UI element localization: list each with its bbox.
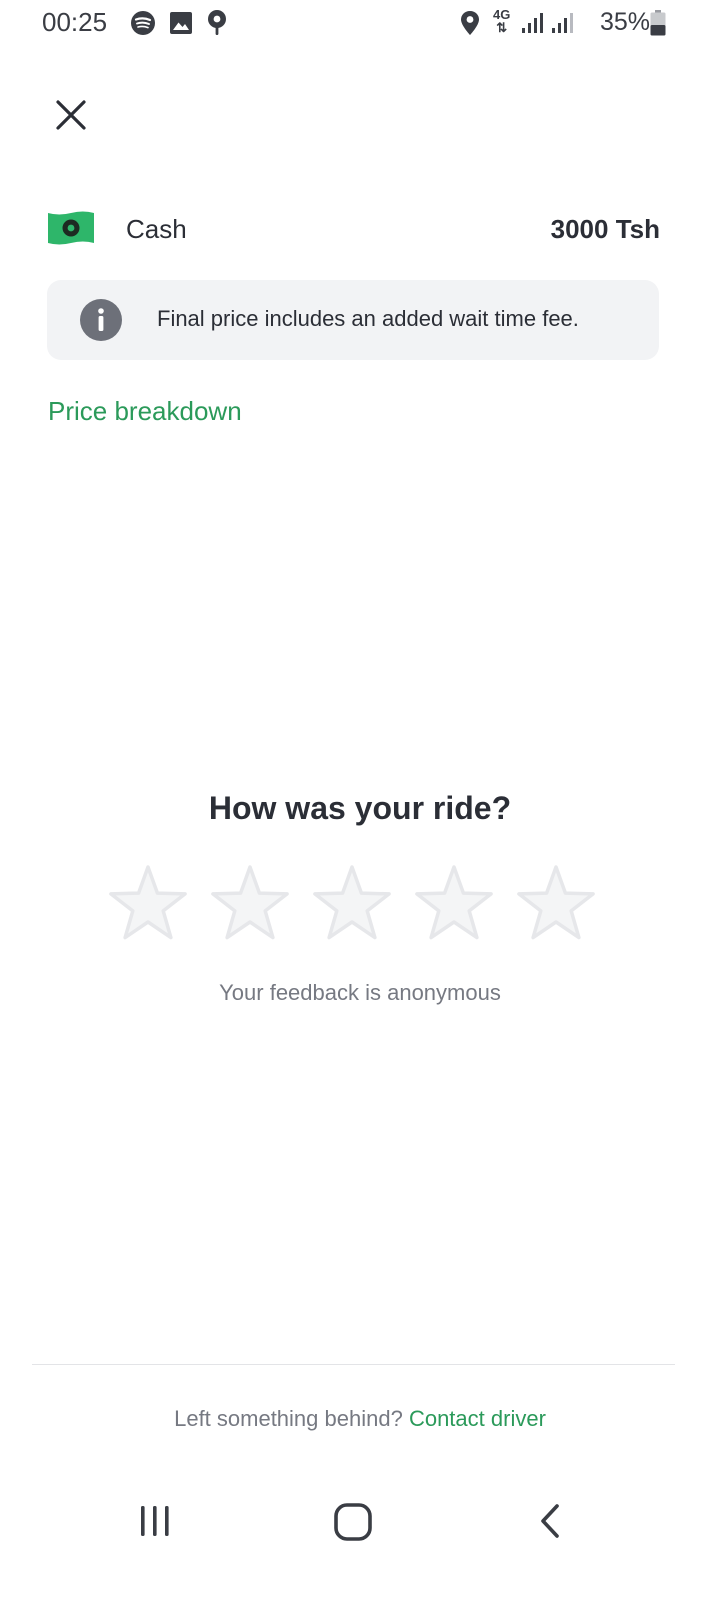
payment-method-label: Cash <box>126 214 187 244</box>
home-button[interactable] <box>333 1502 373 1547</box>
info-message: Final price includes an added wait time … <box>157 306 579 331</box>
feedback-note: Your feedback is anonymous <box>219 980 501 1005</box>
star-3-button[interactable] <box>310 862 394 946</box>
footer: Left something behind? Contact driver <box>0 1406 720 1432</box>
back-icon <box>541 1504 559 1538</box>
price-breakdown-link[interactable]: Price breakdown <box>48 396 242 427</box>
star-icon <box>517 865 595 940</box>
signal-icon <box>551 12 577 39</box>
star-2-button[interactable] <box>208 862 292 946</box>
star-icon <box>415 865 493 940</box>
recent-apps-button[interactable] <box>136 1502 174 1545</box>
payment-row: Cash 3000 Tsh <box>48 206 660 254</box>
signal-icon <box>521 12 547 39</box>
footer-prefix: Left something behind? <box>174 1406 403 1431</box>
cash-icon <box>48 211 94 250</box>
star-4-button[interactable] <box>412 862 496 946</box>
wait-fee-info-box: Final price includes an added wait time … <box>47 280 659 360</box>
back-button[interactable] <box>534 1502 566 1545</box>
status-bar: 00:25 4G ⇅ 35% <box>0 0 720 48</box>
spotify-icon <box>130 10 156 41</box>
star-5-button[interactable] <box>514 862 598 946</box>
star-rating <box>106 862 600 946</box>
navigation-bar <box>0 1470 720 1570</box>
location-pin-icon <box>206 9 228 42</box>
home-icon <box>334 1503 372 1541</box>
recent-apps-icon <box>141 1506 169 1536</box>
close-icon <box>56 100 86 130</box>
rating-title: How was your ride? <box>208 790 512 826</box>
battery-icon <box>650 10 666 41</box>
info-icon <box>80 299 122 346</box>
status-time: 00:25 <box>42 7 108 37</box>
star-icon <box>313 865 391 940</box>
close-button[interactable] <box>50 94 92 136</box>
star-icon <box>211 865 289 940</box>
divider <box>32 1364 675 1365</box>
contact-driver-link[interactable]: Contact driver <box>409 1406 546 1431</box>
star-icon <box>109 865 187 940</box>
battery-percent: 35% <box>599 8 650 36</box>
payment-amount: 3000 Tsh <box>550 214 660 244</box>
gallery-icon <box>170 12 192 39</box>
star-1-button[interactable] <box>106 862 190 946</box>
data-arrows: ⇅ <box>496 20 508 35</box>
network-4g-icon: 4G ⇅ <box>493 8 510 34</box>
location-icon <box>459 10 481 41</box>
